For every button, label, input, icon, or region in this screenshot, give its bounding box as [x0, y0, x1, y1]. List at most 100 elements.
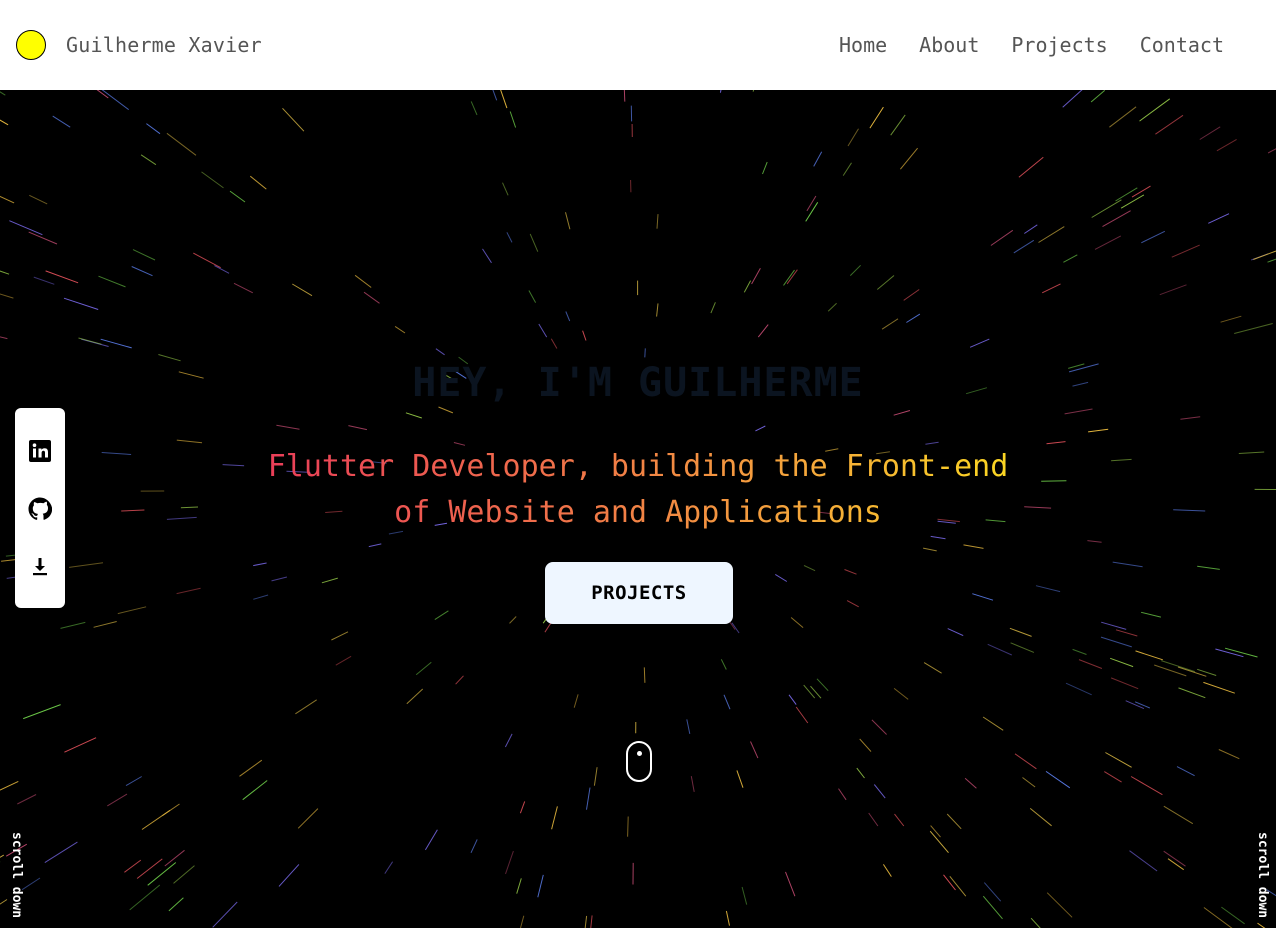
star-streak — [868, 812, 879, 827]
star-streak — [129, 884, 161, 911]
star-streak — [755, 425, 766, 432]
star-streak — [1024, 224, 1038, 234]
star-streak — [842, 162, 852, 176]
nav-link-projects[interactable]: Projects — [1011, 33, 1107, 57]
star-streak — [710, 302, 716, 314]
star-streak — [509, 616, 517, 624]
star-streak — [1221, 906, 1245, 925]
star-streak — [573, 694, 579, 708]
star-streak — [249, 175, 267, 190]
star-streak — [623, 90, 626, 102]
download-icon[interactable] — [28, 555, 52, 579]
star-streak — [276, 424, 300, 430]
star-streak — [348, 425, 368, 431]
star-streak — [1218, 749, 1240, 760]
star-streak — [775, 573, 788, 582]
github-icon[interactable] — [28, 497, 53, 521]
star-streak — [101, 90, 129, 111]
star-streak — [786, 269, 798, 285]
star-streak — [1131, 185, 1151, 198]
star-streak — [1110, 677, 1139, 690]
star-streak — [903, 289, 920, 301]
star-streak — [1215, 648, 1244, 658]
star-streak — [806, 195, 817, 212]
star-streak — [1208, 213, 1230, 224]
star-streak — [741, 886, 748, 905]
star-streak — [0, 119, 9, 126]
star-streak — [1154, 664, 1187, 677]
nav-link-home[interactable]: Home — [839, 33, 887, 57]
star-streak — [23, 704, 61, 720]
scroll-down-label-right: scroll down — [1255, 831, 1270, 918]
star-streak — [1267, 148, 1276, 154]
star-streak — [656, 214, 659, 229]
star-streak — [582, 330, 587, 341]
star-streak — [529, 233, 539, 252]
star-streak — [846, 600, 859, 608]
star-streak — [1105, 752, 1132, 768]
star-streak — [173, 865, 195, 884]
star-streak — [242, 780, 268, 801]
star-streak — [1009, 627, 1032, 637]
star-streak — [816, 678, 829, 692]
star-streak — [723, 694, 731, 710]
star-streak — [201, 171, 224, 189]
star-streak — [78, 337, 102, 345]
star-streak — [1135, 650, 1163, 661]
linkedin-icon[interactable] — [28, 439, 52, 463]
star-streak — [455, 675, 464, 685]
star-streak — [565, 311, 571, 322]
star-streak — [271, 576, 288, 582]
star-streak — [0, 293, 14, 299]
star-streak — [1063, 254, 1078, 263]
star-streak — [239, 759, 263, 777]
star-streak — [1178, 687, 1206, 699]
star-streak — [990, 229, 1014, 246]
star-streak — [1167, 858, 1184, 871]
star-streak — [1238, 451, 1265, 454]
star-streak — [750, 741, 759, 759]
star-streak — [93, 621, 117, 628]
hero-section: HEY, I'M GUILHERME Flutter Developer, bu… — [0, 90, 1276, 928]
star-streak — [354, 274, 372, 288]
star-streak — [233, 282, 254, 294]
star-streak — [983, 882, 1002, 902]
brand-name[interactable]: Guilherme Xavier — [66, 33, 262, 57]
star-streak — [537, 874, 544, 898]
star-streak — [214, 265, 230, 274]
star-streak — [795, 706, 809, 724]
star-streak — [856, 767, 865, 779]
star-streak — [1045, 770, 1071, 789]
star-streak — [805, 202, 819, 222]
star-streak — [757, 324, 769, 338]
logo-dot[interactable] — [16, 30, 46, 60]
star-streak — [1130, 776, 1163, 796]
nav-link-contact[interactable]: Contact — [1140, 33, 1224, 57]
star-streak — [17, 794, 37, 805]
star-streak — [788, 694, 797, 705]
star-streak — [100, 338, 132, 349]
star-streak — [565, 212, 571, 230]
projects-button[interactable]: PROJECTS — [545, 562, 733, 624]
star-streak — [1041, 283, 1061, 294]
star-streak — [803, 684, 816, 699]
star-streak — [725, 910, 730, 926]
star-streak — [1065, 682, 1092, 696]
star-streak — [121, 509, 145, 512]
star-streak — [33, 276, 55, 285]
star-streak — [923, 662, 942, 674]
star-streak — [516, 878, 522, 894]
star-streak — [29, 194, 48, 205]
star-streak — [363, 291, 380, 304]
star-streak — [60, 621, 86, 629]
star-streak — [394, 325, 406, 334]
star-streak — [1234, 323, 1273, 334]
nav-link-about[interactable]: About — [919, 33, 979, 57]
star-streak — [1180, 416, 1201, 420]
star-streak — [869, 106, 884, 129]
star-streak — [1090, 90, 1106, 103]
star-streak — [1035, 585, 1061, 593]
star-streak — [736, 770, 744, 788]
star-streak — [435, 348, 445, 356]
star-streak — [1216, 138, 1237, 152]
